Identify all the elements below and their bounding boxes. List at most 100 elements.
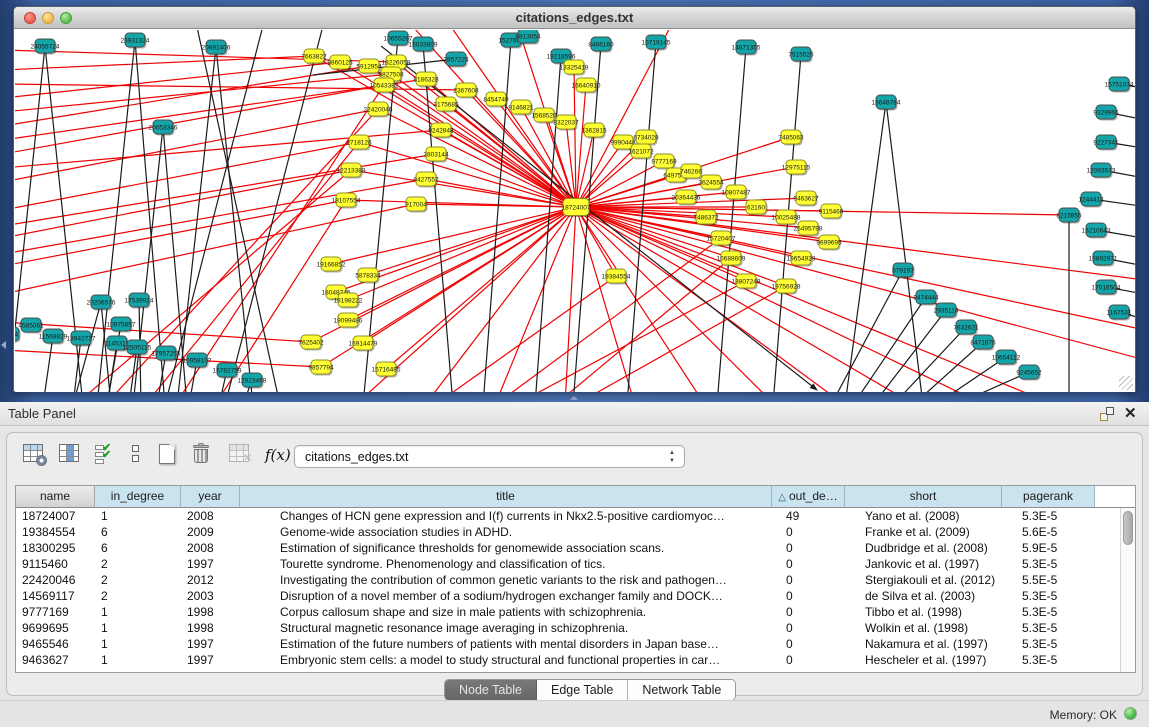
graph-node[interactable]: 8466160 bbox=[588, 37, 614, 53]
tab-node-table[interactable]: Node Table bbox=[445, 680, 537, 700]
column-header-short[interactable]: short bbox=[845, 486, 1002, 507]
graph-edge[interactable] bbox=[348, 207, 576, 300]
graph-node[interactable]: 13325419 bbox=[560, 60, 589, 76]
table-cell[interactable]: 1 bbox=[101, 620, 181, 636]
graph-node[interactable]: 8186328 bbox=[413, 72, 439, 88]
graph-node[interactable]: 9463627 bbox=[793, 191, 819, 207]
graph-edge[interactable] bbox=[831, 270, 903, 392]
function-builder-button[interactable]: f(x) bbox=[265, 446, 289, 470]
window-resize-grip[interactable] bbox=[1119, 376, 1133, 390]
graph-node[interactable]: 8322037 bbox=[553, 115, 579, 131]
table-cell[interactable]: 9699695 bbox=[22, 620, 95, 636]
graph-node[interactable]: 9474444 bbox=[913, 290, 939, 306]
graph-edge[interactable] bbox=[717, 47, 746, 392]
graph-node[interactable]: 22420046 bbox=[364, 102, 393, 118]
table-cell[interactable]: Disruption of a novel member of a sodium… bbox=[280, 588, 772, 604]
graph-node[interactable]: 1621072 bbox=[628, 144, 654, 160]
table-cell[interactable]: 5.3E-5 bbox=[1022, 588, 1095, 604]
table-cell[interactable]: Dudbridge et al. (2008) bbox=[865, 540, 1002, 556]
table-cell[interactable]: 6 bbox=[101, 540, 181, 556]
close-panel-icon[interactable]: ✕ bbox=[1124, 404, 1137, 422]
select-all-columns-button[interactable]: ✔ ✔ bbox=[95, 444, 119, 468]
graph-node[interactable]: 9245652 bbox=[1016, 365, 1042, 381]
collapse-panel-arrow-icon[interactable] bbox=[1, 341, 6, 349]
column-header-year[interactable]: year bbox=[181, 486, 240, 507]
graph-node[interactable]: 10807487 bbox=[722, 185, 751, 201]
column-header-name[interactable]: name bbox=[16, 486, 95, 507]
table-cell[interactable]: Tourette syndrome. Phenomenology and cla… bbox=[280, 556, 772, 572]
graph-node[interactable]: 10025488 bbox=[772, 210, 801, 226]
graph-edge[interactable] bbox=[893, 327, 966, 392]
graph-node[interactable]: 9115460 bbox=[819, 204, 844, 220]
graph-node[interactable]: 5878334 bbox=[355, 268, 381, 284]
graph-node[interactable]: 7485063 bbox=[778, 130, 804, 146]
table-cell[interactable]: 0 bbox=[786, 604, 845, 620]
table-cell[interactable]: 9465546 bbox=[22, 636, 95, 652]
graph-node[interactable]: 2935114 bbox=[934, 303, 959, 319]
network-graph[interactable]: 1872400724055724239313242069140610655287… bbox=[15, 30, 1135, 392]
table-row[interactable]: 969969511998Structural magnetic resonanc… bbox=[16, 620, 1120, 636]
table-cell[interactable]: 1998 bbox=[187, 620, 240, 636]
graph-node[interactable]: 20691406 bbox=[202, 40, 231, 56]
graph-node[interactable]: 10975857 bbox=[107, 317, 136, 333]
graph-node[interactable]: 8427552 bbox=[413, 172, 439, 188]
table-cell[interactable]: Tibbo et al. (1998) bbox=[865, 604, 1002, 620]
table-cell[interactable]: 0 bbox=[786, 524, 845, 540]
table-cell[interactable]: 2012 bbox=[187, 572, 240, 588]
graph-node[interactable]: 20206576 bbox=[87, 295, 116, 311]
table-cell[interactable]: 0 bbox=[786, 556, 845, 572]
graph-edge[interactable] bbox=[15, 74, 391, 112]
graph-node[interactable]: 9146821 bbox=[508, 100, 534, 116]
graph-node[interactable]: 10688609 bbox=[717, 251, 746, 267]
table-row[interactable]: 946554611997Estimation of the future num… bbox=[16, 636, 1120, 652]
graph-edge[interactable] bbox=[15, 204, 416, 294]
graph-node[interactable]: 16033809 bbox=[409, 37, 438, 53]
table-cell[interactable]: de Silva et al. (2003) bbox=[865, 588, 1002, 604]
table-cell[interactable]: 5.9E-5 bbox=[1022, 540, 1095, 556]
graph-edge[interactable] bbox=[378, 109, 576, 207]
graph-node[interactable]: 26495798 bbox=[794, 221, 823, 237]
column-header-title[interactable]: title bbox=[240, 486, 772, 507]
graph-edge[interactable] bbox=[425, 207, 576, 392]
graph-edge[interactable] bbox=[555, 258, 731, 392]
table-cell[interactable]: 1 bbox=[101, 636, 181, 652]
table-cell[interactable]: Hescheler et al. (1997) bbox=[865, 652, 1002, 668]
graph-node[interactable]: 16782759 bbox=[213, 363, 242, 379]
table-cell[interactable]: Yano et al. (2008) bbox=[865, 508, 1002, 524]
table-row[interactable]: 946362711997Embryonic stem cells: a mode… bbox=[16, 652, 1120, 668]
table-cell[interactable]: 2008 bbox=[187, 508, 240, 524]
table-cell[interactable]: Embryonic stem cells: a model to study s… bbox=[280, 652, 772, 668]
graph-node[interactable]: 18724007 bbox=[562, 199, 591, 218]
graph-node[interactable]: 11568829 bbox=[39, 329, 68, 345]
graph-node[interactable]: 7625402 bbox=[298, 335, 324, 351]
table-cell[interactable]: 2008 bbox=[187, 540, 240, 556]
graph-node[interactable]: 746266 bbox=[680, 164, 702, 180]
graph-node[interactable]: 20053346 bbox=[149, 120, 178, 136]
table-cell[interactable]: 18300295 bbox=[22, 540, 95, 556]
table-cell[interactable]: 1 bbox=[101, 508, 181, 524]
table-cell[interactable]: 14569117 bbox=[22, 588, 95, 604]
table-cell[interactable]: 1 bbox=[101, 652, 181, 668]
table-cell[interactable]: 5.3E-5 bbox=[1022, 620, 1095, 636]
table-cell[interactable]: Nakamura et al. (1997) bbox=[865, 636, 1002, 652]
network-canvas[interactable]: 1872400724055724239313242069140610655287… bbox=[15, 30, 1135, 392]
table-cell[interactable]: 2 bbox=[101, 556, 181, 572]
table-cell[interactable]: 2 bbox=[101, 588, 181, 604]
table-cell[interactable]: 2003 bbox=[187, 588, 240, 604]
table-cell[interactable]: 0 bbox=[786, 588, 845, 604]
graph-node[interactable]: 3624554 bbox=[698, 175, 724, 191]
table-cell[interactable]: Stergiakouli et al. (2012) bbox=[865, 572, 1002, 588]
graph-node[interactable]: 9777169 bbox=[651, 154, 677, 170]
show-columns-button[interactable] bbox=[59, 444, 83, 468]
graph-node[interactable]: 4585061 bbox=[18, 318, 44, 334]
graph-node[interactable]: 62160 bbox=[746, 200, 768, 216]
table-cell[interactable]: 5.3E-5 bbox=[1022, 508, 1095, 524]
graph-node[interactable]: 16648784 bbox=[872, 95, 901, 111]
table-cell[interactable]: 1997 bbox=[187, 556, 240, 572]
table-cell[interactable]: 22420046 bbox=[22, 572, 95, 588]
table-cell[interactable]: Genome-wide association studies in ADHD. bbox=[280, 524, 772, 540]
graph-node[interactable]: 24055724 bbox=[31, 39, 60, 55]
graph-node[interactable]: 7663822 bbox=[301, 49, 327, 65]
graph-edge[interactable] bbox=[845, 102, 886, 392]
float-panel-icon[interactable] bbox=[1100, 407, 1114, 421]
